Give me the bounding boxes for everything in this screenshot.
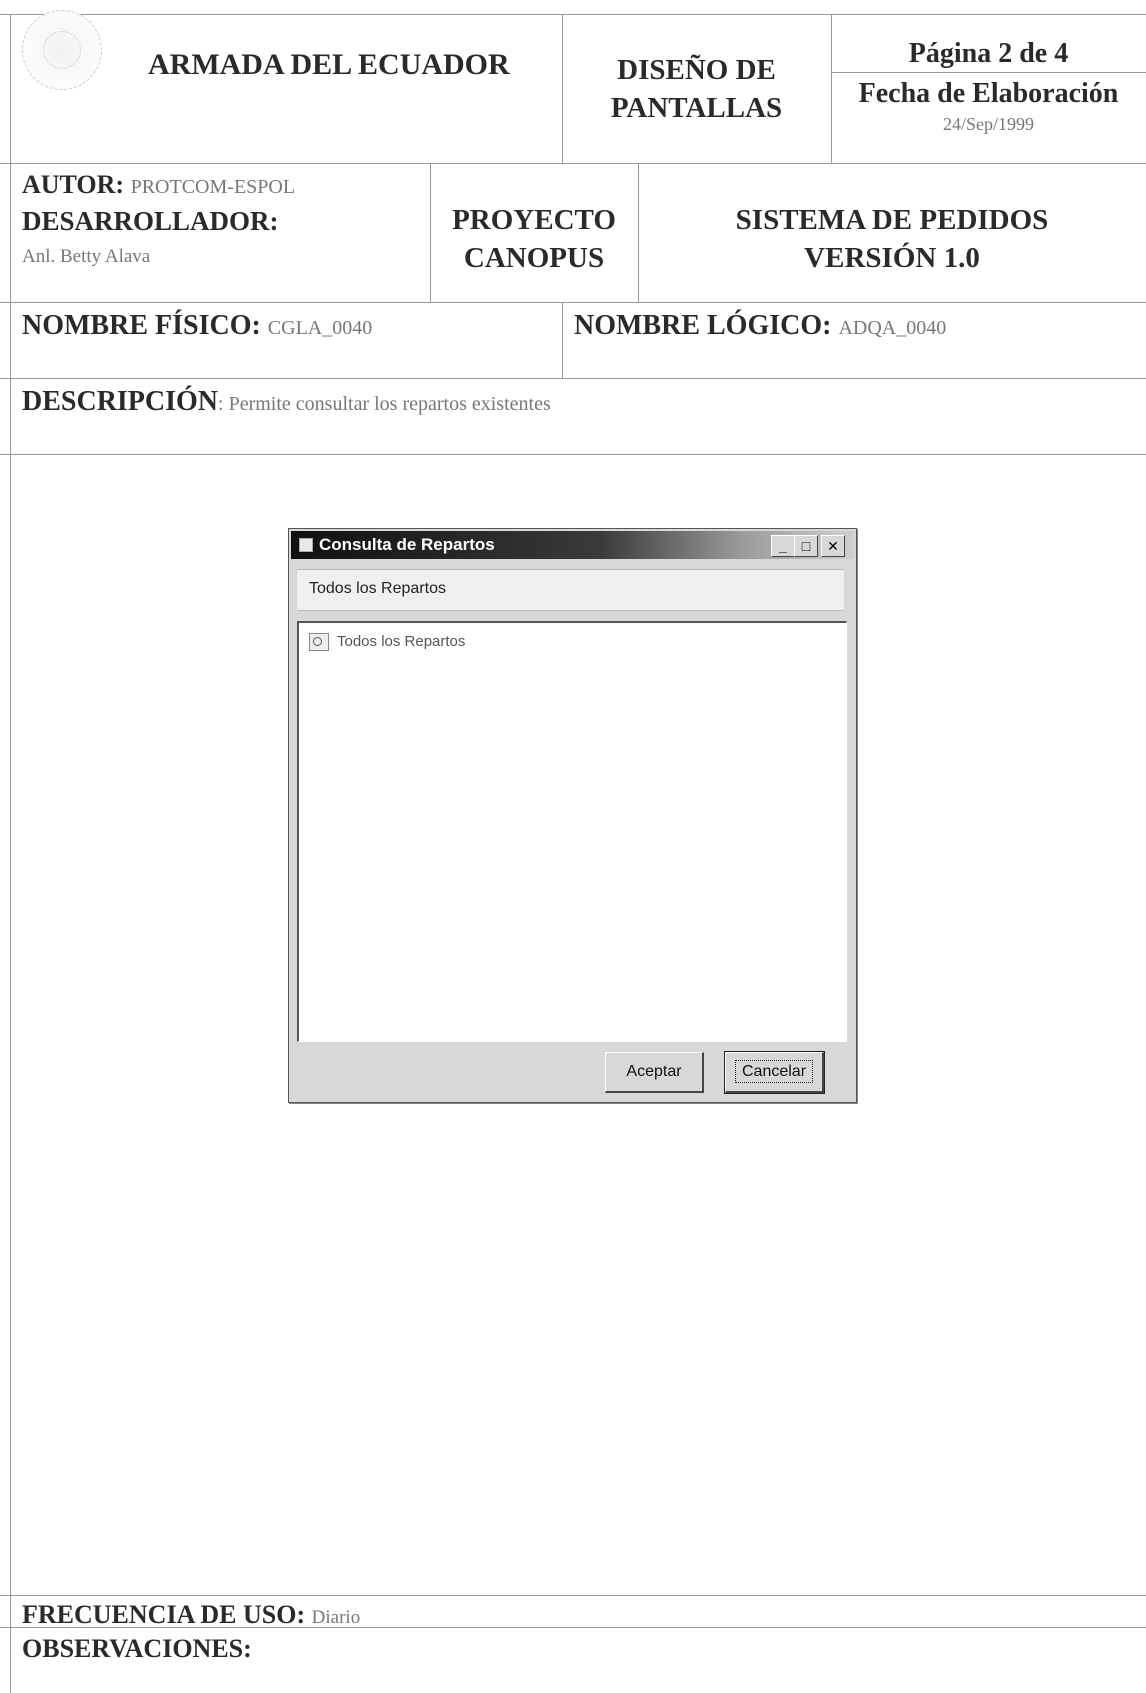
- close-button[interactable]: ✕: [821, 535, 845, 557]
- author-value: PROTCOM-ESPOL: [130, 176, 296, 198]
- rule-description-bottom: [0, 454, 1146, 455]
- doc-type-line2: PANTALLAS: [610, 92, 783, 124]
- rule-author-bottom: [0, 302, 1146, 303]
- physical-name: NOMBRE FÍSICO: CGLA_0040: [22, 310, 372, 342]
- minimize-button[interactable]: _: [771, 535, 795, 557]
- dialog-title: Consulta de Repartos: [319, 535, 495, 554]
- tree-item-label: Todos los Repartos: [337, 633, 466, 650]
- description-label: DESCRIPCIÓN: [22, 386, 219, 417]
- system-line1: SISTEMA DE PEDIDOS: [735, 204, 1049, 236]
- dialog-titlebar[interactable]: Consulta de Repartos _ □ ✕: [291, 531, 854, 559]
- project-line1: PROYECTO: [452, 204, 616, 236]
- organization-name: ARMADA DEL ECUADOR: [148, 48, 510, 81]
- cancel-button-label: Cancelar: [734, 1060, 814, 1083]
- maximize-button[interactable]: □: [794, 535, 818, 557]
- rule-frequency-top: [0, 1595, 1146, 1596]
- cancel-button[interactable]: Cancelar: [724, 1051, 825, 1094]
- window-icon: [299, 538, 313, 552]
- seal-icon: [22, 10, 102, 90]
- rule-header-bottom: [0, 163, 1146, 164]
- date-label: Fecha de Elaboración: [858, 78, 1119, 109]
- physical-name-label: NOMBRE FÍSICO:: [22, 310, 261, 341]
- project-line2: CANOPUS: [463, 242, 605, 274]
- date-value: 24/Sep/1999: [942, 114, 1034, 134]
- description: DESCRIPCIÓN: Permite consultar los repar…: [22, 386, 551, 418]
- rule-names: [562, 302, 563, 378]
- author-line: AUTOR: PROTCOM-ESPOL: [22, 170, 295, 200]
- logical-name-value: ADQA_0040: [838, 317, 947, 339]
- consulta-repartos-dialog: Consulta de Repartos _ □ ✕ Todos los Rep…: [288, 528, 857, 1103]
- system-line2: VERSIÓN 1.0: [804, 242, 980, 274]
- tree-item-icon: [309, 633, 329, 652]
- description-value: : Permite consultar los repartos existen…: [218, 393, 551, 415]
- developer-label: DESARROLLADOR:: [22, 206, 279, 236]
- rule-left: [10, 14, 11, 1693]
- observations-label: OBSERVACIONES:: [22, 1634, 252, 1663]
- frequency-label: FRECUENCIA DE USO:: [22, 1600, 306, 1629]
- physical-name-value: CGLA_0040: [267, 317, 373, 339]
- accept-button[interactable]: Aceptar: [605, 1052, 704, 1093]
- frequency: FRECUENCIA DE USO: Diario: [22, 1600, 360, 1630]
- doc-type-line1: DISEÑO DE: [617, 54, 776, 86]
- frequency-value: Diario: [311, 1607, 361, 1628]
- page-number: Página 2 de 4: [908, 38, 1069, 69]
- tab-todos-los-repartos[interactable]: Todos los Repartos: [297, 569, 844, 611]
- repartos-tree[interactable]: Todos los Repartos: [297, 621, 847, 1042]
- rule-names-bottom: [0, 378, 1146, 379]
- logical-name-label: NOMBRE LÓGICO:: [574, 310, 832, 341]
- rule-page-date: [831, 72, 1146, 73]
- logical-name: NOMBRE LÓGICO: ADQA_0040: [574, 310, 946, 342]
- rule-top: [0, 14, 1146, 15]
- tab-label: Todos los Repartos: [309, 580, 446, 597]
- developer-value: Anl. Betty Alava: [22, 246, 151, 267]
- author-label: AUTOR:: [22, 170, 125, 199]
- rule-header-1: [562, 14, 563, 163]
- tree-item[interactable]: Todos los Repartos: [309, 633, 466, 652]
